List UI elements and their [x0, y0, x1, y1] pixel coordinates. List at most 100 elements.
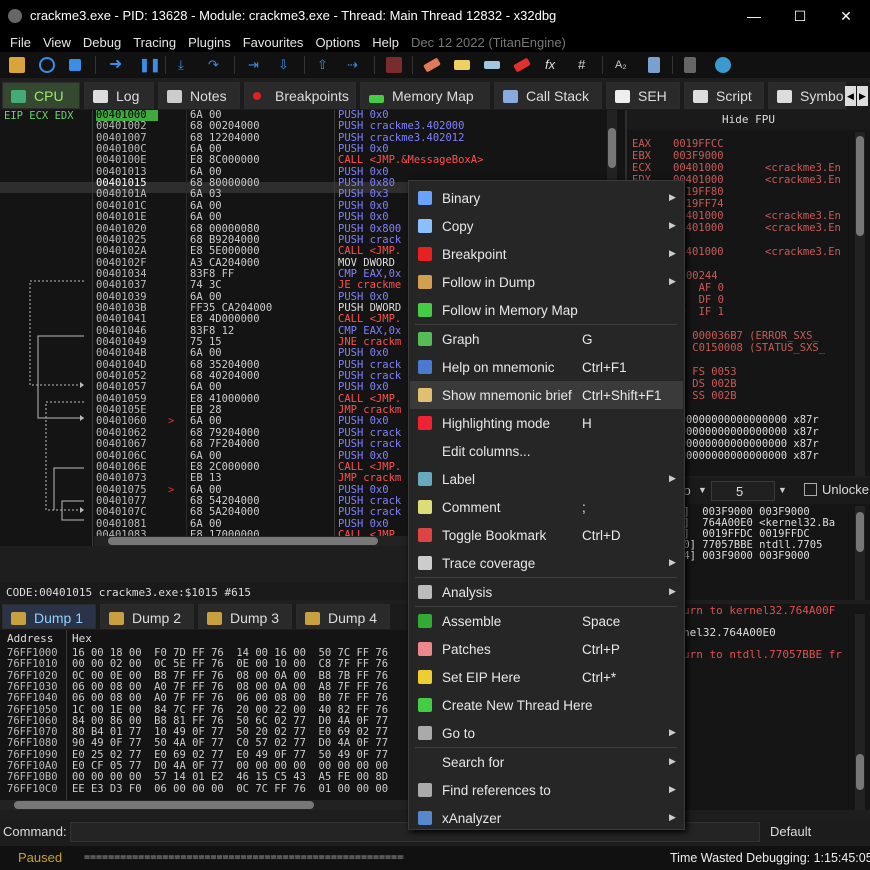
dump-hex[interactable]: 0C 00 0E 00 B8 7F FF 76 08 00 0A 00 B8 7… [72, 670, 388, 682]
menu-item-comment[interactable]: Comment; [410, 493, 683, 521]
dump-hex[interactable]: 90 49 0F 77 50 4A 0F 77 C0 57 02 77 D0 4… [72, 737, 388, 749]
menu-item-binary[interactable]: Binary ▶ [410, 184, 683, 212]
maximize-button[interactable]: ☐ [777, 0, 823, 32]
scylla-icon[interactable] [386, 57, 402, 73]
dropdown-arrow-icon[interactable]: ▼ [698, 485, 707, 495]
tab-dump-1[interactable]: Dump 1 [2, 604, 96, 629]
disasm-hscrollbar[interactable] [94, 536, 414, 546]
run-icon[interactable]: ➜ [109, 57, 125, 73]
variables-icon[interactable]: # [578, 57, 594, 73]
disasm-row[interactable]: 00401013 6A 00 PUSH 0x0 [0, 166, 625, 178]
menu-plugins[interactable]: Plugins [182, 35, 237, 50]
menu-tracing[interactable]: Tracing [127, 35, 182, 50]
menu-debug[interactable]: Debug [77, 35, 127, 50]
disasm-row[interactable]: 0040100C 6A 00 PUSH 0x0 [0, 144, 625, 155]
comments-icon[interactable] [454, 60, 470, 70]
run-to-user-code-icon[interactable]: ⇢ [347, 57, 363, 73]
tab-cpu[interactable]: CPU [2, 82, 80, 109]
tab-seh[interactable]: SEH [606, 82, 680, 109]
tab-log[interactable]: Log [84, 82, 154, 109]
count-dropdown-icon[interactable]: ▼ [778, 485, 787, 495]
tab-dump-3[interactable]: Dump 3 [198, 604, 292, 629]
stack-row[interactable]: 14] 003F9000 003F9000 [677, 550, 810, 562]
menu-item-follow-in-memory-map[interactable]: Follow in Memory Map [410, 296, 683, 324]
minimize-button[interactable]: — [731, 0, 777, 32]
functions-icon[interactable]: fx [545, 57, 561, 73]
font-icon[interactable]: A₂ [615, 57, 631, 73]
restart-icon[interactable] [39, 57, 55, 73]
open-icon[interactable] [9, 57, 25, 73]
menu-item-show-mnemonic-brief[interactable]: Show mnemonic brief Ctrl+Shift+F1 [410, 381, 683, 409]
step-over-icon[interactable]: ↷ [208, 57, 224, 73]
menu-item-assemble[interactable]: Assemble Space [410, 607, 683, 635]
log-scrollbar[interactable] [855, 614, 865, 810]
stop-icon[interactable] [69, 59, 81, 71]
disasm-row[interactable]: 00401007 68 12204000 PUSH crackme3.402012 [0, 132, 625, 144]
dump-hscrollbar[interactable] [0, 800, 410, 810]
tab-breakpoints[interactable]: Breakpoints [244, 82, 356, 109]
trace-over-icon[interactable]: ⇩ [278, 57, 294, 73]
calculator-icon[interactable] [684, 57, 696, 73]
dump-hex[interactable]: 00 00 02 00 0C 5E FF 76 0E 00 10 00 C8 7… [72, 658, 388, 670]
menu-view[interactable]: View [37, 35, 77, 50]
dump-view[interactable]: Address Hex 76FF1000 16 00 18 00 F0 7D FF… [0, 630, 410, 810]
menu-item-breakpoint[interactable]: Breakpoint ▶ [410, 240, 683, 268]
menu-item-help-on-mnemonic[interactable]: Help on mnemonic Ctrl+F1 [410, 353, 683, 381]
dump-hex[interactable]: 00 00 00 00 57 14 01 E2 46 15 C5 43 A5 F… [72, 771, 388, 783]
menu-item-follow-in-dump[interactable]: Follow in Dump ▶ [410, 268, 683, 296]
menu-item-create-new-thread-here[interactable]: Create New Thread Here [410, 691, 683, 719]
dump-hex[interactable]: EE E3 D3 F0 06 00 00 00 0C 7C FF 76 01 0… [72, 783, 388, 795]
register-value[interactable]: 0019FFCC [673, 138, 724, 150]
unlock-checkbox[interactable] [804, 483, 817, 496]
menu-item-graph[interactable]: Graph G [410, 325, 683, 353]
menu-item-highlighting-mode[interactable]: Highlighting mode H [410, 409, 683, 437]
settings-icon[interactable] [648, 57, 660, 73]
register-value[interactable]: 003F9000 [673, 150, 724, 162]
execute-till-return-icon[interactable]: ⇧ [317, 57, 333, 73]
registers-scrollbar[interactable] [855, 132, 865, 476]
tab-scroll-right-icon[interactable]: ▶ [857, 86, 868, 106]
menu-item-trace-coverage[interactable]: Trace coverage ▶ [410, 549, 683, 577]
menu-item-find-references-to[interactable]: Find references to ▶ [410, 776, 683, 804]
disasm-row[interactable]: 00401002 68 00204000 PUSH crackme3.402000 [0, 121, 625, 132]
menu-file[interactable]: File [4, 35, 37, 50]
menu-item-analysis[interactable]: Analysis ▶ [410, 578, 683, 606]
tab-symbols[interactable]: Symbo [768, 82, 846, 109]
menu-item-toggle-bookmark[interactable]: Toggle Bookmark Ctrl+D [410, 521, 683, 549]
tab-dump-4[interactable]: Dump 4 [296, 604, 390, 629]
disasm-row[interactable]: 00401000 6A 00 PUSH 0x0 [0, 110, 625, 121]
menu-item-xanalyzer[interactable]: xAnalyzer ▶ [410, 804, 683, 832]
register-value[interactable]: 00401000 [673, 162, 724, 174]
pause-icon[interactable]: ❚❚ [139, 57, 161, 73]
dump-hex[interactable]: 84 00 86 00 B8 81 FF 76 50 6C 02 77 D0 4… [72, 715, 388, 727]
dump-hex[interactable]: E0 CF 05 77 D0 4A 0F 77 00 00 00 00 00 0… [72, 760, 388, 772]
command-mode[interactable]: Default [770, 824, 811, 839]
tab-scroll-left-icon[interactable]: ◀ [845, 86, 856, 106]
labels-icon[interactable] [484, 61, 500, 69]
menu-favourites[interactable]: Favourites [237, 35, 310, 50]
menu-help[interactable]: Help [366, 35, 405, 50]
dump-hex[interactable]: E0 25 02 77 E0 69 02 77 E0 49 0F 77 50 4… [72, 749, 388, 761]
stack-count-input[interactable]: 5 [711, 481, 775, 501]
tab-call-stack[interactable]: Call Stack [494, 82, 602, 109]
dump-hex[interactable]: 1C 00 1E 00 84 7C FF 76 20 00 22 00 40 8… [72, 704, 388, 716]
trace-into-icon[interactable]: ⇥ [248, 57, 264, 73]
patches-icon[interactable] [423, 57, 441, 73]
tab-memory-map[interactable]: Memory Map [360, 82, 490, 109]
dump-hex[interactable]: 80 B4 01 77 10 49 0F 77 50 20 02 77 E0 6… [72, 726, 388, 738]
stack-scrollbar[interactable] [855, 506, 865, 600]
menu-item-edit-columns[interactable]: Edit columns... [410, 437, 683, 465]
hide-fpu-button[interactable]: Hide FPU [627, 110, 870, 130]
disasm-row[interactable]: 0040100E E8 8C000000 CALL <JMP.&MessageBox… [0, 155, 625, 166]
menu-options[interactable]: Options [309, 35, 366, 50]
dump-hex[interactable]: 16 00 18 00 F0 7D FF 76 14 00 16 00 50 7… [72, 647, 388, 659]
close-button[interactable]: ✕ [823, 0, 869, 32]
tab-script[interactable]: Script [684, 82, 764, 109]
tab-dump-2[interactable]: Dump 2 [100, 604, 194, 629]
web-icon[interactable] [715, 57, 731, 73]
menu-item-search-for[interactable]: Search for ▶ [410, 748, 683, 776]
tab-notes[interactable]: Notes [158, 82, 240, 109]
menu-item-patches[interactable]: Patches Ctrl+P [410, 635, 683, 663]
menu-item-label[interactable]: Label ▶ [410, 465, 683, 493]
menu-item-copy[interactable]: Copy ▶ [410, 212, 683, 240]
